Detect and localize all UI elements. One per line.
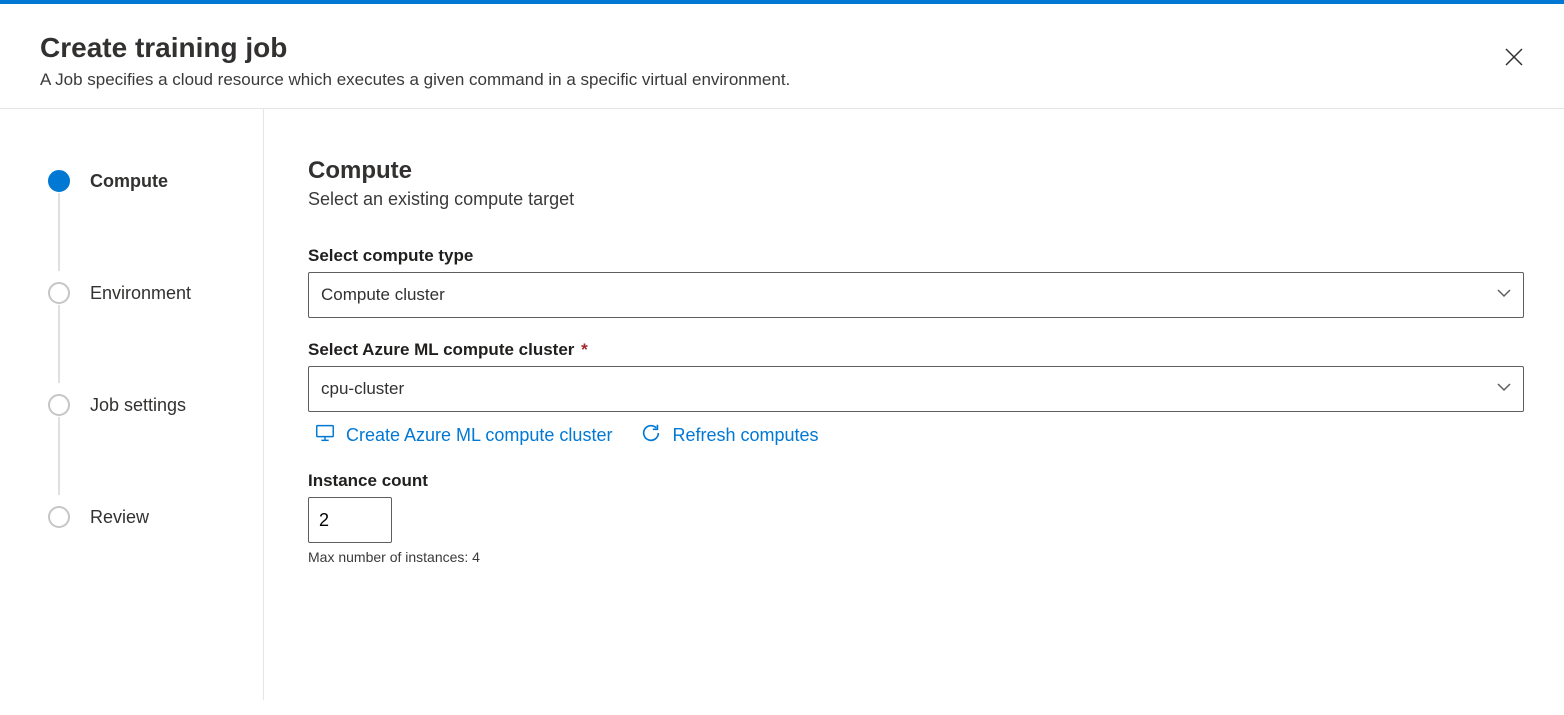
section-subtitle: Select an existing compute target <box>308 189 1524 210</box>
compute-cluster-value: cpu-cluster <box>321 379 404 399</box>
step-connector <box>58 417 60 495</box>
compute-type-value: Compute cluster <box>321 285 445 305</box>
section-title: Compute <box>308 157 1524 185</box>
step-connector <box>58 305 60 383</box>
step-bubble-icon <box>48 170 70 192</box>
step-bubble-icon <box>48 394 70 416</box>
chevron-down-icon <box>1489 379 1511 399</box>
step-connector <box>58 193 60 271</box>
page-header: Create training job A Job specifies a cl… <box>0 4 1564 109</box>
page-body: Compute Environment Job settings Review … <box>0 109 1564 700</box>
create-cluster-text: Create Azure ML compute cluster <box>346 425 612 446</box>
compute-cluster-label: Select Azure ML compute cluster * <box>308 340 1524 360</box>
compute-type-label: Select compute type <box>308 246 1524 266</box>
cluster-actions: Create Azure ML compute cluster Refresh … <box>308 422 1524 449</box>
chevron-down-icon <box>1489 285 1511 305</box>
compute-cluster-field: Select Azure ML compute cluster * cpu-cl… <box>308 340 1524 449</box>
step-label: Compute <box>90 171 168 192</box>
step-bubble-icon <box>48 506 70 528</box>
refresh-text: Refresh computes <box>672 425 818 446</box>
step-label: Review <box>90 507 149 528</box>
wizard-sidebar: Compute Environment Job settings Review <box>0 109 264 700</box>
page-subtitle: A Job specifies a cloud resource which e… <box>40 70 1524 90</box>
compute-cluster-select[interactable]: cpu-cluster <box>308 366 1524 412</box>
refresh-link[interactable]: Refresh computes <box>640 422 818 449</box>
close-button[interactable] <box>1498 42 1530 74</box>
page-title: Create training job <box>40 32 1524 64</box>
refresh-icon <box>640 422 662 449</box>
step-job-settings[interactable]: Job settings <box>48 389 263 421</box>
step-bubble-icon <box>48 282 70 304</box>
step-compute[interactable]: Compute <box>48 165 263 197</box>
required-mark: * <box>581 340 588 359</box>
compute-type-select[interactable]: Compute cluster <box>308 272 1524 318</box>
instance-count-field: Instance count Max number of instances: … <box>308 471 1524 565</box>
instance-count-input[interactable] <box>308 497 392 543</box>
close-icon <box>1505 48 1523 69</box>
step-label: Environment <box>90 283 191 304</box>
create-cluster-link[interactable]: Create Azure ML compute cluster <box>314 422 612 449</box>
step-environment[interactable]: Environment <box>48 277 263 309</box>
compute-cluster-label-text: Select Azure ML compute cluster <box>308 340 574 359</box>
instance-count-helper: Max number of instances: 4 <box>308 549 1524 565</box>
compute-type-field: Select compute type Compute cluster <box>308 246 1524 318</box>
step-label: Job settings <box>90 395 186 416</box>
main-panel: Compute Select an existing compute targe… <box>264 109 1564 700</box>
step-review[interactable]: Review <box>48 501 263 533</box>
monitor-icon <box>314 422 336 449</box>
instance-count-label: Instance count <box>308 471 1524 491</box>
